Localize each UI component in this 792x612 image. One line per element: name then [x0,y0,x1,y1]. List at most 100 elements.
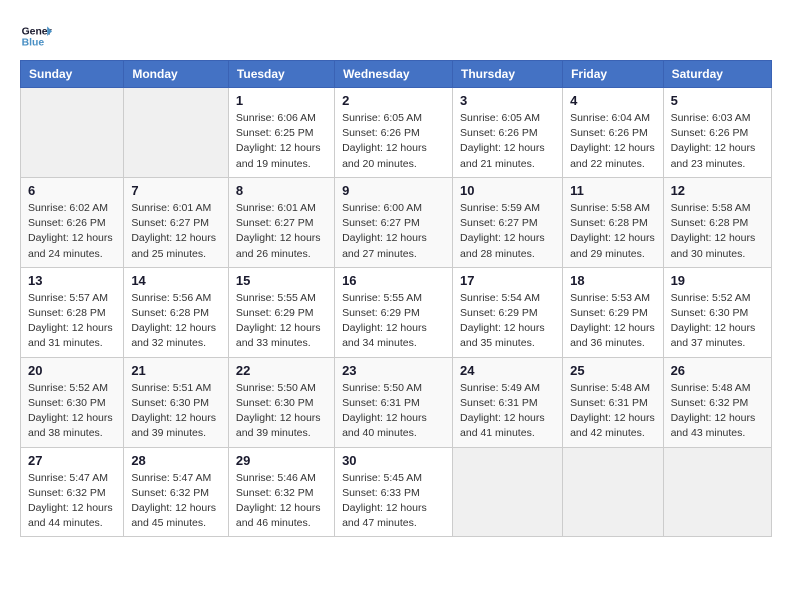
day-number: 12 [671,183,764,198]
day-info: Sunrise: 6:06 AM Sunset: 6:25 PM Dayligh… [236,111,327,172]
day-number: 22 [236,363,327,378]
calendar-cell: 26 Sunrise: 5:48 AM Sunset: 6:32 PM Dayli… [663,357,771,447]
svg-text:Blue: Blue [22,38,45,49]
calendar-cell [453,447,563,537]
day-info: Sunrise: 6:03 AM Sunset: 6:26 PM Dayligh… [671,111,764,172]
day-number: 1 [236,93,327,108]
day-info: Sunrise: 5:48 AM Sunset: 6:32 PM Dayligh… [671,381,764,442]
calendar-cell: 28Sunrise: 5:47 AM Sunset: 6:32 PM Dayli… [124,447,229,537]
calendar-cell: 19Sunrise: 5:52 AM Sunset: 6:30 PM Dayli… [663,267,771,357]
logo-icon: General Blue [20,20,52,52]
calendar-cell: 25 Sunrise: 5:48 AM Sunset: 6:31 PM Dayli… [563,357,663,447]
day-info: Sunrise: 5:57 AM Sunset: 6:28 PM Dayligh… [28,291,116,352]
day-number: 8 [236,183,327,198]
logo: General Blue [20,20,56,52]
day-info: Sunrise: 5:52 AM Sunset: 6:30 PM Dayligh… [671,291,764,352]
calendar-cell: 13 Sunrise: 5:57 AM Sunset: 6:28 PM Dayli… [21,267,124,357]
day-number: 25 [570,363,655,378]
day-header-saturday: Saturday [663,61,771,88]
day-header-wednesday: Wednesday [335,61,453,88]
day-header-tuesday: Tuesday [228,61,334,88]
page-header: General Blue [20,20,772,52]
calendar-cell: 23Sunrise: 5:50 AM Sunset: 6:31 PM Dayli… [335,357,453,447]
calendar-week-row: 13 Sunrise: 5:57 AM Sunset: 6:28 PM Dayli… [21,267,772,357]
calendar-cell: 29 Sunrise: 5:46 AM Sunset: 6:32 PM Dayli… [228,447,334,537]
day-number: 20 [28,363,116,378]
calendar-cell: 11Sunrise: 5:58 AM Sunset: 6:28 PM Dayli… [563,177,663,267]
day-info: Sunrise: 5:59 AM Sunset: 6:27 PM Dayligh… [460,201,555,262]
day-info: Sunrise: 5:52 AM Sunset: 6:30 PM Dayligh… [28,381,116,442]
day-header-thursday: Thursday [453,61,563,88]
day-number: 28 [131,453,221,468]
day-info: Sunrise: 5:51 AM Sunset: 6:30 PM Dayligh… [131,381,221,442]
calendar-week-row: 20 Sunrise: 5:52 AM Sunset: 6:30 PM Dayli… [21,357,772,447]
calendar-cell: 3 Sunrise: 6:05 AM Sunset: 6:26 PM Daylig… [453,88,563,178]
day-info: Sunrise: 5:50 AM Sunset: 6:31 PM Dayligh… [342,381,445,442]
day-info: Sunrise: 6:01 AM Sunset: 6:27 PM Dayligh… [131,201,221,262]
day-number: 16 [342,273,445,288]
calendar-cell: 16 Sunrise: 5:55 AM Sunset: 6:29 PM Dayli… [335,267,453,357]
day-number: 21 [131,363,221,378]
day-info: Sunrise: 5:55 AM Sunset: 6:29 PM Dayligh… [342,291,445,352]
calendar-cell: 21 Sunrise: 5:51 AM Sunset: 6:30 PM Dayli… [124,357,229,447]
day-info: Sunrise: 5:53 AM Sunset: 6:29 PM Dayligh… [570,291,655,352]
day-info: Sunrise: 5:50 AM Sunset: 6:30 PM Dayligh… [236,381,327,442]
calendar-cell [124,88,229,178]
day-info: Sunrise: 5:58 AM Sunset: 6:28 PM Dayligh… [570,201,655,262]
calendar-cell: 2 Sunrise: 6:05 AM Sunset: 6:26 PM Daylig… [335,88,453,178]
day-info: Sunrise: 5:58 AM Sunset: 6:28 PM Dayligh… [671,201,764,262]
day-number: 17 [460,273,555,288]
calendar-cell: 17 Sunrise: 5:54 AM Sunset: 6:29 PM Dayli… [453,267,563,357]
calendar-header-row: SundayMondayTuesdayWednesdayThursdayFrid… [21,61,772,88]
day-info: Sunrise: 6:04 AM Sunset: 6:26 PM Dayligh… [570,111,655,172]
day-info: Sunrise: 6:02 AM Sunset: 6:26 PM Dayligh… [28,201,116,262]
calendar-cell: 8Sunrise: 6:01 AM Sunset: 6:27 PM Daylig… [228,177,334,267]
calendar-cell [563,447,663,537]
calendar-cell: 4Sunrise: 6:04 AM Sunset: 6:26 PM Daylig… [563,88,663,178]
day-number: 29 [236,453,327,468]
day-header-monday: Monday [124,61,229,88]
day-info: Sunrise: 5:46 AM Sunset: 6:32 PM Dayligh… [236,471,327,532]
calendar-cell: 30 Sunrise: 5:45 AM Sunset: 6:33 PM Dayli… [335,447,453,537]
day-info: Sunrise: 6:05 AM Sunset: 6:26 PM Dayligh… [460,111,555,172]
day-number: 13 [28,273,116,288]
day-number: 6 [28,183,116,198]
day-info: Sunrise: 5:56 AM Sunset: 6:28 PM Dayligh… [131,291,221,352]
day-number: 26 [671,363,764,378]
day-info: Sunrise: 5:54 AM Sunset: 6:29 PM Dayligh… [460,291,555,352]
calendar-cell: 18 Sunrise: 5:53 AM Sunset: 6:29 PM Dayli… [563,267,663,357]
day-number: 27 [28,453,116,468]
day-header-sunday: Sunday [21,61,124,88]
day-number: 30 [342,453,445,468]
calendar-cell: 14 Sunrise: 5:56 AM Sunset: 6:28 PM Dayli… [124,267,229,357]
calendar-cell: 9Sunrise: 6:00 AM Sunset: 6:27 PM Daylig… [335,177,453,267]
day-number: 5 [671,93,764,108]
calendar-cell: 5 Sunrise: 6:03 AM Sunset: 6:26 PM Daylig… [663,88,771,178]
calendar-cell [663,447,771,537]
day-info: Sunrise: 5:47 AM Sunset: 6:32 PM Dayligh… [28,471,116,532]
day-number: 7 [131,183,221,198]
calendar-cell: 15Sunrise: 5:55 AM Sunset: 6:29 PM Dayli… [228,267,334,357]
calendar-table: SundayMondayTuesdayWednesdayThursdayFrid… [20,60,772,537]
day-info: Sunrise: 5:49 AM Sunset: 6:31 PM Dayligh… [460,381,555,442]
day-info: Sunrise: 5:45 AM Sunset: 6:33 PM Dayligh… [342,471,445,532]
calendar-cell: 20 Sunrise: 5:52 AM Sunset: 6:30 PM Dayli… [21,357,124,447]
day-number: 3 [460,93,555,108]
day-number: 2 [342,93,445,108]
calendar-cell: 24Sunrise: 5:49 AM Sunset: 6:31 PM Dayli… [453,357,563,447]
calendar-cell: 7 Sunrise: 6:01 AM Sunset: 6:27 PM Daylig… [124,177,229,267]
day-info: Sunrise: 6:00 AM Sunset: 6:27 PM Dayligh… [342,201,445,262]
calendar-cell: 22 Sunrise: 5:50 AM Sunset: 6:30 PM Dayli… [228,357,334,447]
day-number: 14 [131,273,221,288]
calendar-week-row: 27 Sunrise: 5:47 AM Sunset: 6:32 PM Dayli… [21,447,772,537]
calendar-cell: 1 Sunrise: 6:06 AM Sunset: 6:25 PM Daylig… [228,88,334,178]
calendar-cell [21,88,124,178]
day-info: Sunrise: 6:05 AM Sunset: 6:26 PM Dayligh… [342,111,445,172]
day-number: 18 [570,273,655,288]
calendar-week-row: 1 Sunrise: 6:06 AM Sunset: 6:25 PM Daylig… [21,88,772,178]
calendar-week-row: 6 Sunrise: 6:02 AM Sunset: 6:26 PM Daylig… [21,177,772,267]
day-info: Sunrise: 5:48 AM Sunset: 6:31 PM Dayligh… [570,381,655,442]
day-number: 15 [236,273,327,288]
day-header-friday: Friday [563,61,663,88]
calendar-cell: 6 Sunrise: 6:02 AM Sunset: 6:26 PM Daylig… [21,177,124,267]
